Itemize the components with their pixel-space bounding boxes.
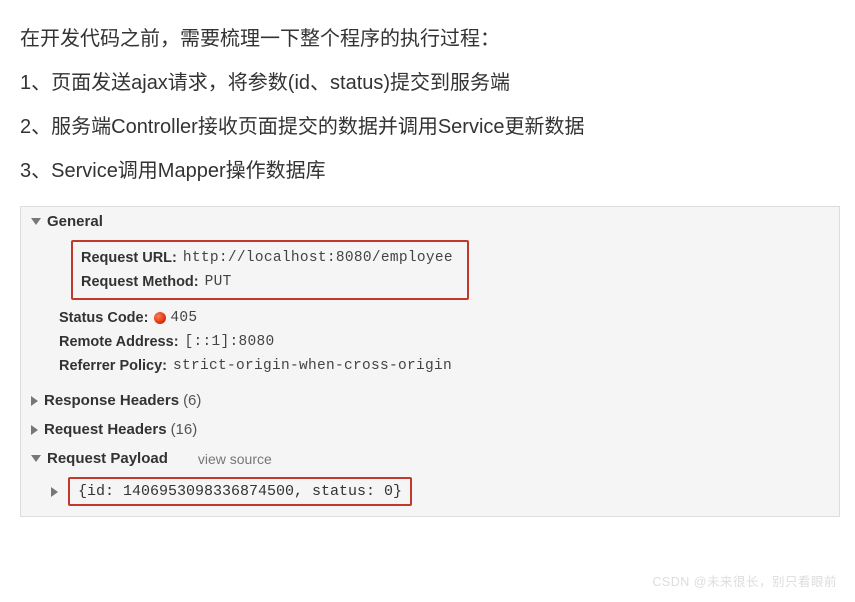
- remote-address-row: Remote Address: [::1]:8080: [53, 330, 839, 354]
- request-url-row: Request URL: http://localhost:8080/emplo…: [75, 246, 459, 270]
- view-source-link[interactable]: view source: [198, 451, 272, 467]
- chevron-right-icon: [51, 487, 58, 497]
- referrer-policy-row: Referrer Policy: strict-origin-when-cros…: [53, 354, 839, 378]
- chevron-right-icon: [31, 396, 38, 406]
- request-method-value: PUT: [205, 274, 232, 290]
- request-payload-content: {id: 1406953098336874500, status: 0}: [68, 477, 412, 506]
- chevron-right-icon: [31, 425, 38, 435]
- status-code-label: Status Code:: [59, 310, 148, 326]
- request-url-value: http://localhost:8080/employee: [183, 250, 453, 266]
- watermark: CSDN @未来很长，别只看眼前: [652, 571, 837, 590]
- request-url-label: Request URL:: [81, 250, 177, 266]
- status-code-row: Status Code: 405: [53, 306, 839, 330]
- general-title: General: [47, 213, 103, 230]
- request-headers-count: (16): [171, 421, 198, 438]
- request-payload-body: {id: 1406953098336874500, status: 0}: [21, 473, 839, 516]
- status-code-value: 405: [170, 310, 197, 326]
- request-payload-title: Request Payload: [47, 450, 168, 467]
- response-headers-count: (6): [183, 392, 201, 409]
- response-headers-title: Response Headers: [44, 392, 179, 409]
- request-url-method-highlight: Request URL: http://localhost:8080/emplo…: [71, 240, 469, 300]
- intro-line-2: 2、服务端Controller接收页面提交的数据并调用Service更新数据: [20, 108, 840, 146]
- request-method-row: Request Method: PUT: [75, 270, 459, 294]
- intro-line-3: 3、Service调用Mapper操作数据库: [20, 152, 840, 190]
- intro-line-1: 1、页面发送ajax请求，将参数(id、status)提交到服务端: [20, 64, 840, 102]
- request-headers-title: Request Headers: [44, 421, 167, 438]
- intro-line-0: 在开发代码之前，需要梳理一下整个程序的执行过程：: [20, 20, 840, 58]
- referrer-policy-value: strict-origin-when-cross-origin: [173, 358, 452, 374]
- request-payload-header[interactable]: Request Payload view source: [21, 444, 839, 473]
- request-headers-header[interactable]: Request Headers (16): [21, 415, 839, 444]
- remote-address-value: [::1]:8080: [185, 334, 275, 350]
- devtools-panel: General Request URL: http://localhost:80…: [20, 206, 840, 517]
- chevron-down-icon: [31, 455, 41, 462]
- request-method-label: Request Method:: [81, 274, 199, 290]
- status-error-icon: [154, 312, 166, 324]
- referrer-policy-label: Referrer Policy:: [59, 358, 167, 374]
- remote-address-label: Remote Address:: [59, 334, 179, 350]
- response-headers-header[interactable]: Response Headers (6): [21, 386, 839, 415]
- chevron-down-icon: [31, 218, 41, 225]
- general-section-header[interactable]: General: [21, 207, 839, 236]
- general-section-body: Request URL: http://localhost:8080/emplo…: [21, 236, 839, 386]
